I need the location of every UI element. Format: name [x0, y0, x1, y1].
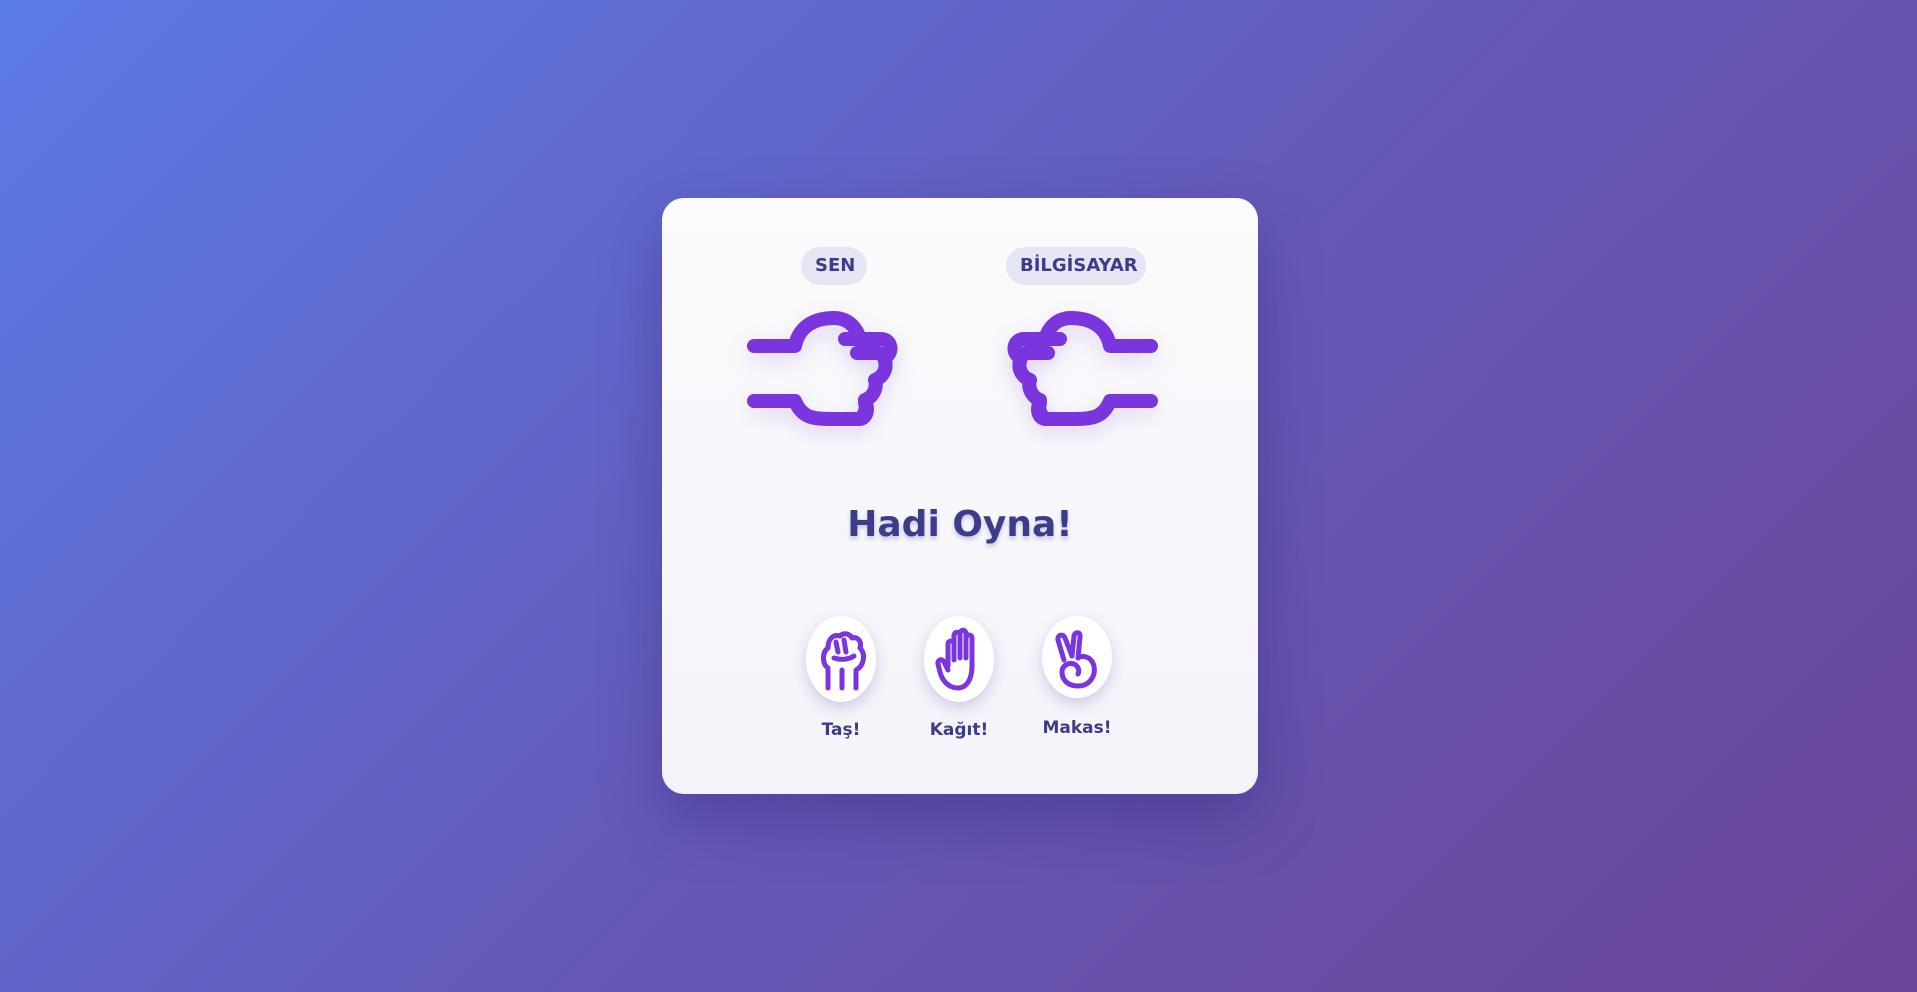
player-label: SEN [801, 247, 867, 285]
paper-choice-disc[interactable] [924, 616, 994, 702]
player-fist-icon [747, 308, 917, 438]
rock-choice-disc[interactable] [806, 616, 876, 702]
rock-hand-icon [821, 631, 866, 691]
scissors-choice-disc[interactable] [1042, 616, 1112, 698]
paper-hand-icon [935, 627, 975, 691]
scissors-choice-label: Makas! [1042, 718, 1112, 738]
scissors-hand-icon [1055, 630, 1097, 689]
game-card: SEN BİLGİSAYAR Hadi Oyna! Taş! Kağıt! Ma… [662, 198, 1258, 794]
scissors-choice-button[interactable]: Makas! [1029, 616, 1125, 746]
computer-label: BİLGİSAYAR [1006, 247, 1146, 285]
game-status-text: Hadi Oyna! [847, 504, 1073, 545]
rock-choice-button[interactable]: Taş! [793, 616, 889, 746]
paper-choice-label: Kağıt! [929, 720, 989, 740]
rock-choice-label: Taş! [821, 720, 861, 740]
paper-choice-button[interactable]: Kağıt! [911, 616, 1007, 746]
computer-fist-icon [988, 308, 1158, 438]
